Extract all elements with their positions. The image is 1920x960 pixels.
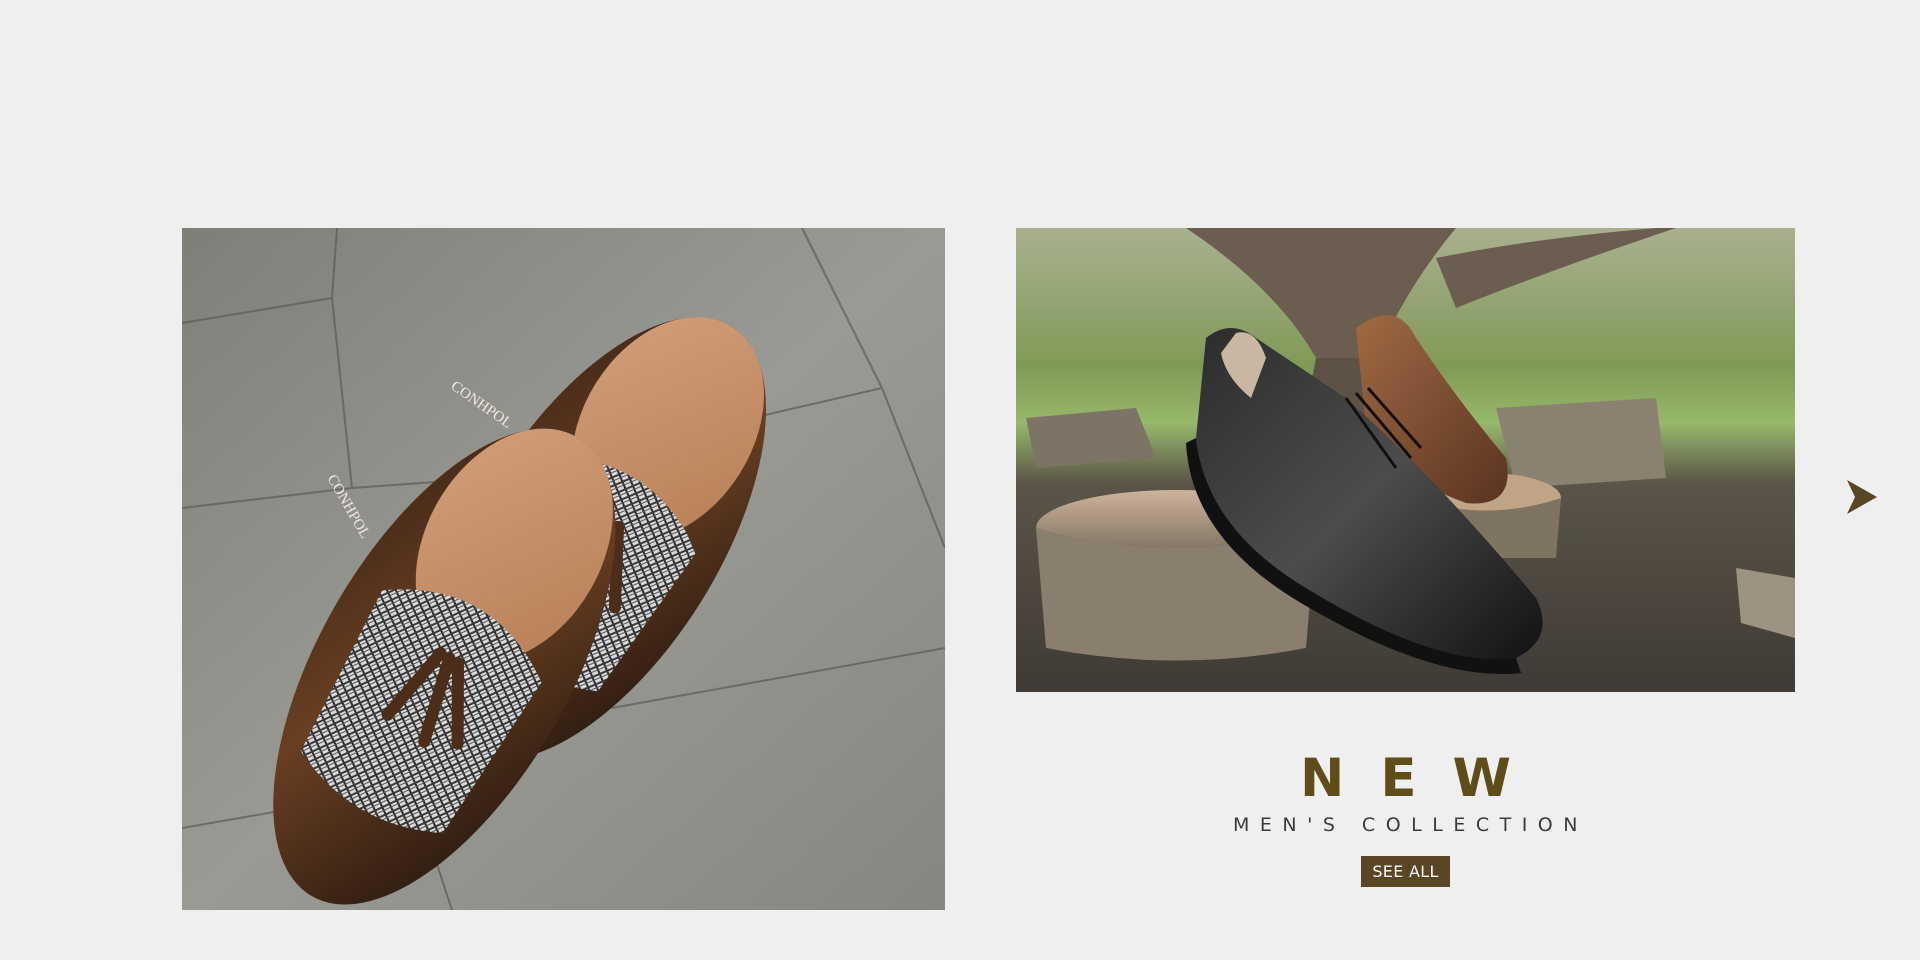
leather-sneakers-garden-photo[interactable]	[1016, 228, 1795, 692]
collection-promo: NEW MEN'S COLLECTION SEE ALL	[1016, 746, 1795, 887]
see-all-button[interactable]: SEE ALL	[1361, 856, 1450, 887]
promo-title: NEW	[1299, 748, 1548, 809]
chevron-right-icon[interactable]	[1845, 478, 1879, 516]
tassel-loafers-photo[interactable]: CONHPOL CONHPOL	[182, 228, 945, 910]
promo-subtitle: MEN'S COLLECTION	[1233, 814, 1588, 836]
carousel-slide: CONHPOL CONHPOL NEW MEN'S COLLECTION SEE…	[0, 0, 1920, 960]
